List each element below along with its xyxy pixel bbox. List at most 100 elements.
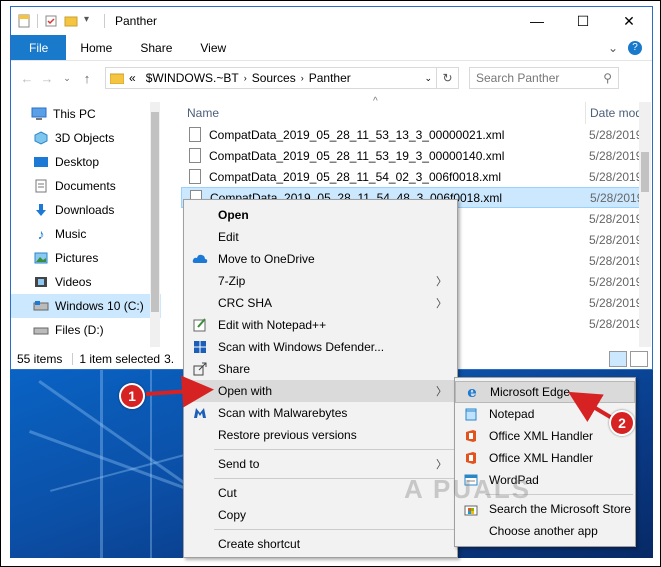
menu-item-label: Send to [218, 457, 260, 471]
minimize-button[interactable]: — [514, 7, 560, 35]
maximize-button[interactable]: ☐ [560, 7, 606, 35]
tab-home[interactable]: Home [66, 35, 126, 60]
nav-item-downloads[interactable]: Downloads [11, 198, 161, 222]
nav-item-label: Files (D:) [55, 323, 104, 337]
menu-item-send-to[interactable]: Send to 〉 [184, 453, 457, 475]
xml-file-icon [189, 148, 201, 163]
title-separator [104, 14, 105, 28]
menu-item-label: Edit [218, 230, 239, 244]
back-arrow-icon[interactable]: ← [17, 71, 37, 86]
file-date: 5/28/2019 [589, 127, 643, 142]
open-with-choose-another-app[interactable]: Choose another app [455, 520, 635, 542]
nav-item-3d-objects[interactable]: 3D Objects [11, 126, 161, 150]
nav-item-label: Music [55, 227, 87, 241]
address-prefix[interactable]: « [129, 71, 136, 85]
submenu-arrow-icon: 〉 [436, 298, 447, 310]
refresh-icon[interactable]: ↻ [436, 68, 458, 88]
menu-item-open-with[interactable]: Open with 〉 [184, 380, 457, 402]
tab-view[interactable]: View [186, 35, 240, 60]
defender-shield-icon [192, 339, 208, 355]
menu-item-scan-with-defender[interactable]: Scan with Windows Defender... [184, 336, 457, 358]
tab-share[interactable]: Share [126, 35, 186, 60]
menu-item-create-shortcut[interactable]: Create shortcut [184, 533, 457, 555]
nav-item-files-d[interactable]: Files (D:) [11, 318, 161, 342]
breadcrumb-windows-bt[interactable]: $WINDOWS.~BT [146, 71, 239, 85]
menu-separator [214, 449, 455, 450]
recent-locations-icon[interactable]: ⌄ [57, 73, 77, 84]
menu-item-edit-with-notepadpp[interactable]: Edit with Notepad++ [184, 314, 457, 336]
menu-item-scan-with-malwarebytes[interactable]: Scan with Malwarebytes [184, 402, 457, 424]
menu-item-edit[interactable]: Edit [184, 226, 457, 248]
appuals-watermark: A PUALS [404, 474, 532, 504]
column-date-modified[interactable]: Date mod [585, 102, 642, 124]
address-dropdown-icon[interactable]: ⌄ [424, 73, 432, 84]
file-date: 5/28/2019 [589, 169, 643, 184]
details-view-icon[interactable] [609, 351, 627, 367]
nav-item-this-pc[interactable]: This PC [11, 102, 161, 126]
expand-ribbon-icon[interactable]: ⌄ [608, 41, 618, 55]
open-with-office-xml-handler[interactable]: Office XML Handler [455, 425, 635, 447]
menu-separator [214, 529, 455, 530]
nav-item-windows-10-c[interactable]: Windows 10 (C:) [11, 294, 161, 318]
office-icon [463, 450, 479, 466]
file-row[interactable]: CompatData_2019_05_28_11_54_02_3_006f001… [181, 166, 651, 187]
column-name[interactable]: Name [181, 106, 219, 120]
nav-item-videos[interactable]: Videos [11, 270, 161, 294]
menu-item-crc-sha[interactable]: CRC SHA 〉 [184, 292, 457, 314]
tab-file[interactable]: File [11, 35, 67, 60]
menu-item-label: Create shortcut [218, 537, 301, 551]
file-row[interactable]: CompatData_2019_05_28_11_53_19_3_0000014… [181, 145, 651, 166]
chevron-right-icon[interactable]: › [244, 73, 247, 83]
large-icons-view-icon[interactable] [630, 351, 648, 367]
nav-item-label: Downloads [55, 203, 115, 217]
forward-arrow-icon[interactable]: → [37, 71, 57, 86]
breadcrumb-sources[interactable]: Sources [252, 71, 296, 85]
open-with-notepad[interactable]: Notepad [455, 403, 635, 425]
nav-scrollbar-thumb[interactable] [151, 112, 159, 312]
address-bar[interactable]: « $WINDOWS.~BT › Sources › Panther ⌄ ↻ [105, 67, 459, 89]
menu-item-restore-previous-versions[interactable]: Restore previous versions [184, 424, 457, 446]
nav-item-documents[interactable]: Documents [11, 174, 161, 198]
nav-item-desktop[interactable]: Desktop [11, 150, 161, 174]
submenu-arrow-icon: 〉 [436, 386, 447, 398]
properties-icon[interactable] [44, 14, 58, 28]
nav-item-label: Documents [55, 179, 116, 193]
desktop-icon [33, 155, 49, 169]
nav-item-music[interactable]: ♪ Music [11, 222, 161, 246]
customize-quick-access-icon[interactable]: ▾ [84, 14, 98, 28]
menu-item-open[interactable]: Open [184, 204, 457, 226]
help-icon[interactable]: ? [628, 40, 642, 55]
callout-number-1: 1 [119, 383, 145, 409]
notepad-icon [463, 406, 479, 422]
file-icon[interactable] [17, 14, 31, 28]
menu-item-share[interactable]: Share [184, 358, 457, 380]
up-arrow-icon[interactable]: ↑ [77, 71, 97, 86]
xml-file-icon [189, 169, 201, 184]
chevron-right-icon[interactable]: › [301, 73, 304, 83]
submenu-item-label: Choose another app [489, 524, 598, 538]
file-row[interactable]: CompatData_2019_05_28_11_53_13_3_0000002… [181, 124, 651, 145]
menu-item-copy[interactable]: Copy [184, 504, 457, 526]
close-button[interactable]: ✕ [606, 7, 652, 35]
nav-item-pictures[interactable]: Pictures [11, 246, 161, 270]
menu-item-7-zip[interactable]: 7-Zip 〉 [184, 270, 457, 292]
file-list-scrollbar-thumb[interactable] [641, 152, 649, 192]
nav-scrollbar[interactable] [150, 102, 160, 347]
new-folder-icon[interactable] [64, 14, 78, 28]
search-icon: ⚲ [603, 71, 612, 85]
title-bar: ▾ Panther — ☐ ✕ [11, 7, 652, 35]
status-separator [72, 353, 74, 365]
file-date: 5/28/2019 [589, 148, 643, 163]
music-note-icon: ♪ [37, 226, 45, 242]
file-date: 5/28/2019 [589, 316, 643, 331]
menu-item-move-to-onedrive[interactable]: Move to OneDrive [184, 248, 457, 270]
file-list-scrollbar[interactable] [639, 102, 651, 347]
open-with-office-xml-handler[interactable]: Office XML Handler [455, 447, 635, 469]
nav-item-label: 3D Objects [55, 131, 115, 145]
breadcrumb-panther[interactable]: Panther [309, 71, 351, 85]
open-with-microsoft-edge[interactable]: e Microsoft Edge [455, 381, 635, 403]
office-icon [463, 428, 479, 444]
search-box[interactable]: Search Panther ⚲ [469, 67, 619, 89]
nav-item-label: Windows 10 (C:) [55, 299, 144, 313]
search-input[interactable]: Search Panther [476, 71, 559, 85]
